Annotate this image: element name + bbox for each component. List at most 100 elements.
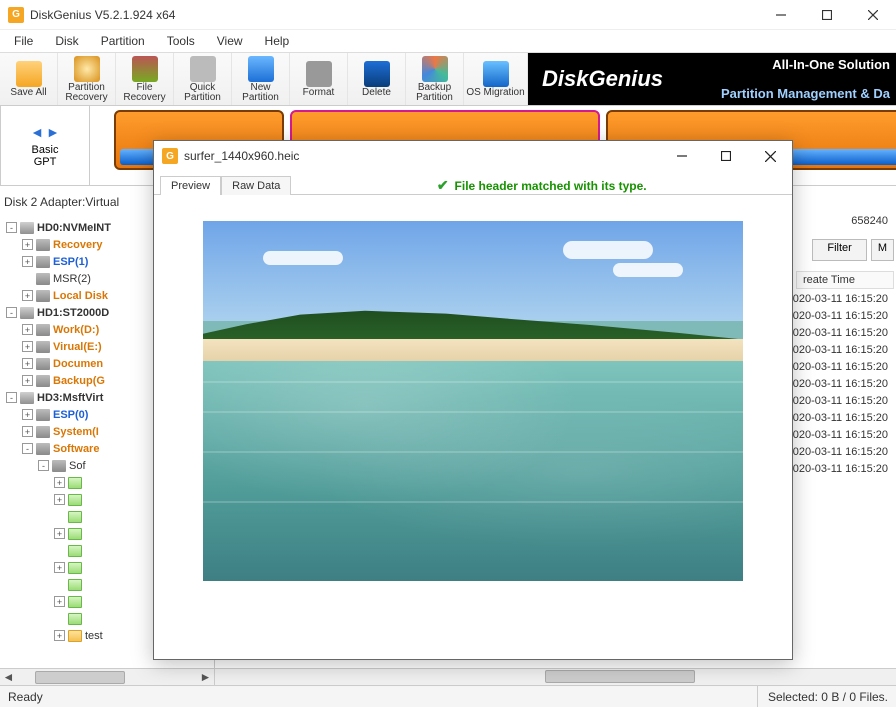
- collapse-icon[interactable]: -: [22, 443, 33, 454]
- brand-banner: DiskGenius All-In-One Solution Partition…: [528, 53, 896, 105]
- grid-cell-createtime[interactable]: 020-03-11 16:15:20: [787, 293, 894, 310]
- save-icon: [16, 61, 42, 87]
- tree-hscrollbar[interactable]: ◄ ►: [0, 668, 214, 685]
- preview-maximize-button[interactable]: [704, 142, 748, 170]
- main-scroll-thumb[interactable]: [545, 670, 695, 683]
- expand-icon[interactable]: +: [54, 562, 65, 573]
- next-disk-button[interactable]: ►: [46, 124, 60, 140]
- tbtn-delete[interactable]: Delete: [348, 53, 406, 105]
- menu-file[interactable]: File: [4, 32, 43, 50]
- brand-bottom: Partition Management & Da: [721, 86, 890, 101]
- grid-header-createtime[interactable]: reate Time: [796, 271, 894, 289]
- expand-icon[interactable]: +: [22, 409, 33, 420]
- disk-icon: [20, 222, 34, 234]
- backup-icon: [422, 56, 448, 82]
- preview-tabs: Preview Raw Data ✔ File header matched w…: [154, 171, 792, 195]
- scroll-right-icon[interactable]: ►: [197, 669, 214, 686]
- expand-icon[interactable]: +: [22, 358, 33, 369]
- grid-cell-createtime[interactable]: 020-03-11 16:15:20: [787, 378, 894, 395]
- preview-title: surfer_1440x960.heic: [184, 149, 299, 163]
- scroll-thumb[interactable]: [35, 671, 125, 684]
- tbtn-os-migration[interactable]: OS Migration: [464, 53, 528, 105]
- menu-help[interactable]: Help: [255, 32, 300, 50]
- status-left: Ready: [8, 690, 43, 704]
- expand-icon[interactable]: +: [54, 630, 65, 641]
- prev-disk-button[interactable]: ◄: [30, 124, 44, 140]
- menu-disk[interactable]: Disk: [45, 32, 88, 50]
- window-title: DiskGenius V5.2.1.924 x64: [30, 8, 175, 22]
- grid-cell-createtime[interactable]: 020-03-11 16:15:20: [787, 327, 894, 344]
- tbtn-save-all[interactable]: Save All: [0, 53, 58, 105]
- preview-titlebar[interactable]: G surfer_1440x960.heic: [154, 141, 792, 171]
- part-icon: [36, 375, 50, 387]
- main-hscrollbar[interactable]: [215, 668, 896, 685]
- tbtn-partition-recovery[interactable]: Partition Recovery: [58, 53, 116, 105]
- expand-icon[interactable]: +: [54, 528, 65, 539]
- tree-item-label: Local Disk: [53, 290, 108, 302]
- folderg-icon: [68, 596, 82, 608]
- disk-type-label: Basic GPT: [32, 144, 59, 168]
- expand-icon[interactable]: +: [22, 375, 33, 386]
- grid-cell-createtime[interactable]: 020-03-11 16:15:20: [787, 361, 894, 378]
- preview-message: ✔ File header matched with its type.: [291, 177, 792, 194]
- close-button[interactable]: [850, 0, 896, 30]
- part-icon: [36, 409, 50, 421]
- tree-item-label: ESP(1): [53, 256, 88, 268]
- quick-partition-icon: [190, 56, 216, 82]
- tbtn-format[interactable]: Format: [290, 53, 348, 105]
- part-icon: [52, 460, 66, 472]
- grid-cell-createtime[interactable]: 020-03-11 16:15:20: [787, 429, 894, 446]
- preview-app-icon: G: [162, 148, 178, 164]
- tbtn-quick-partition[interactable]: Quick Partition: [174, 53, 232, 105]
- tbtn-new-partition[interactable]: New Partition: [232, 53, 290, 105]
- grid-cell-createtime[interactable]: 020-03-11 16:15:20: [787, 395, 894, 412]
- scroll-left-icon[interactable]: ◄: [0, 669, 17, 686]
- app-icon: G: [8, 7, 24, 23]
- maximize-button[interactable]: [804, 0, 850, 30]
- collapse-icon[interactable]: -: [6, 307, 17, 318]
- brand-top: All-In-One Solution: [772, 57, 890, 72]
- menu-view[interactable]: View: [207, 32, 253, 50]
- menu-tools[interactable]: Tools: [157, 32, 205, 50]
- expand-icon[interactable]: +: [54, 477, 65, 488]
- tree-item-label: MSR(2): [53, 273, 91, 285]
- filter-button[interactable]: Filter: [812, 239, 866, 261]
- grid-cell-createtime[interactable]: 020-03-11 16:15:20: [787, 412, 894, 429]
- disk-nav: ◄► Basic GPT: [0, 106, 90, 186]
- collapse-icon[interactable]: -: [6, 392, 17, 403]
- grid-cell-createtime[interactable]: 020-03-11 16:15:20: [787, 446, 894, 463]
- tab-preview[interactable]: Preview: [160, 176, 221, 195]
- part-icon: [36, 239, 50, 251]
- folder-icon: [68, 630, 82, 642]
- expand-icon[interactable]: +: [22, 239, 33, 250]
- expand-icon[interactable]: +: [22, 256, 33, 267]
- tree-item-label: System(I: [53, 426, 99, 438]
- minimize-button[interactable]: [758, 0, 804, 30]
- collapse-icon[interactable]: -: [6, 222, 17, 233]
- preview-body: [154, 195, 792, 659]
- grid-cell-createtime[interactable]: 020-03-11 16:15:20: [787, 344, 894, 361]
- part-icon: [36, 341, 50, 353]
- preview-minimize-button[interactable]: [660, 142, 704, 170]
- part-icon: [36, 256, 50, 268]
- main-titlebar: G DiskGenius V5.2.1.924 x64: [0, 0, 896, 30]
- expand-icon[interactable]: +: [22, 426, 33, 437]
- folderg-icon: [68, 528, 82, 540]
- part-icon: [36, 358, 50, 370]
- tree-item-label: Documen: [53, 358, 103, 370]
- part-icon: [36, 426, 50, 438]
- expand-icon[interactable]: +: [22, 290, 33, 301]
- expand-icon[interactable]: +: [22, 324, 33, 335]
- expand-icon[interactable]: +: [54, 494, 65, 505]
- expand-icon[interactable]: +: [22, 341, 33, 352]
- more-button[interactable]: M: [871, 239, 894, 261]
- preview-close-button[interactable]: [748, 142, 792, 170]
- expand-icon[interactable]: +: [54, 596, 65, 607]
- collapse-icon[interactable]: -: [38, 460, 49, 471]
- grid-cell-createtime[interactable]: 020-03-11 16:15:20: [787, 463, 894, 480]
- grid-cell-createtime[interactable]: 020-03-11 16:15:20: [787, 310, 894, 327]
- tbtn-backup-partition[interactable]: Backup Partition: [406, 53, 464, 105]
- tab-raw-data[interactable]: Raw Data: [221, 176, 291, 195]
- menu-partition[interactable]: Partition: [91, 32, 155, 50]
- tbtn-file-recovery[interactable]: File Recovery: [116, 53, 174, 105]
